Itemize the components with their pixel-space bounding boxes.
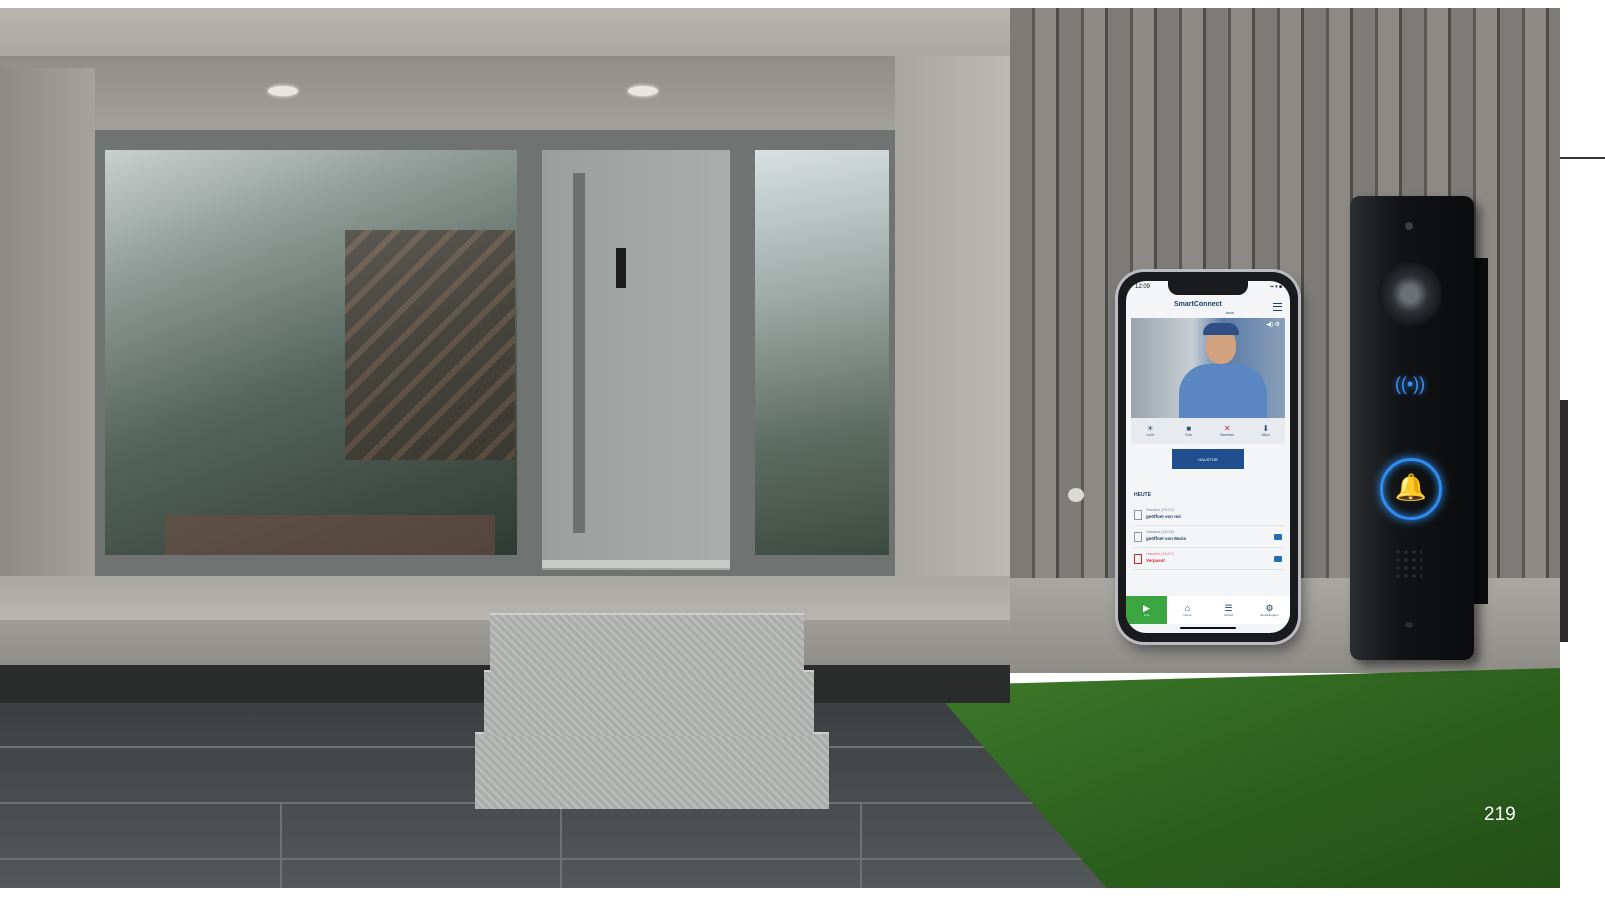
event-time: Haustür (15:13) (1146, 529, 1174, 534)
control-label: Mikro (1261, 433, 1271, 437)
glass-window-left (105, 150, 517, 555)
front-door (542, 150, 730, 570)
tab-home[interactable]: ⌂ Home (1167, 596, 1208, 624)
open-door-button[interactable]: HAUSTÜR (1172, 449, 1244, 469)
status-time: 12:09 (1135, 284, 1151, 290)
visitor-cap (1203, 323, 1239, 335)
door-icon (1134, 532, 1142, 542)
event-item[interactable]: Haustür (15:27) geöffnet von mir (1134, 507, 1284, 526)
video-icon: ▶ (1143, 602, 1150, 613)
control-label: Beenden (1220, 433, 1235, 437)
tab-label: Einstellungen (1260, 612, 1279, 617)
rfid-icon: ((•)) (1394, 374, 1426, 394)
doorbell-screw (1405, 622, 1413, 628)
entrance-step (490, 613, 804, 673)
section-title: HEUTE (1134, 492, 1151, 498)
bell-icon: 🔔 (1394, 472, 1428, 502)
event-text: geöffnet von Mario (1146, 536, 1187, 541)
visitor-body (1179, 364, 1267, 420)
entrance-step (475, 732, 829, 809)
live-video-feed: ◀) ⚙ (1131, 318, 1285, 420)
event-time: Haustür (15:27) (1146, 507, 1174, 512)
doorbell-speaker (1394, 548, 1422, 578)
tab-settings[interactable]: ⚙ Einstellungen (1249, 596, 1290, 624)
open-door-label: HAUSTÜR (1198, 456, 1218, 462)
doorbell-camera-lens (1378, 262, 1442, 326)
tab-label: Home (1183, 612, 1192, 617)
home-indicator (1180, 627, 1236, 629)
concrete-wall-right (895, 56, 1010, 616)
interior-rug (165, 515, 495, 555)
call-controls: ☀ Licht ■ Foto ✕ Beenden ⬇ Mikro (1131, 418, 1285, 444)
house-entrance-photo (0, 8, 1560, 888)
end-call-button[interactable]: ✕ Beenden (1208, 418, 1247, 444)
tab-label: Verlauf (1223, 612, 1234, 617)
camera-icon[interactable] (1274, 556, 1282, 562)
phone-notch (1168, 281, 1248, 295)
control-label: Licht (1146, 433, 1154, 437)
event-text: Verpasst (1146, 558, 1165, 563)
interior-staircase-reflection (345, 230, 515, 460)
camera-icon[interactable] (1274, 534, 1282, 540)
page-number: 219 (1484, 804, 1516, 825)
mic-button[interactable]: ⬇ Mikro (1247, 418, 1286, 444)
entrance-step (484, 670, 814, 736)
glass-window-right (755, 150, 889, 555)
app-screen: 12:09 ▪▪ ▾ ■ SmartConnect door ◀) ⚙ ☀ Li… (1126, 281, 1290, 633)
concrete-ceiling (0, 8, 1010, 56)
event-text: geöffnet von mir (1146, 514, 1182, 519)
hamburger-menu-icon[interactable] (1273, 303, 1282, 311)
tab-label: Live (1143, 612, 1150, 617)
door-threshold (542, 560, 730, 568)
page-edge-line (1560, 157, 1605, 159)
event-item[interactable]: Haustür (15:13) geöffnet von Mario (1134, 529, 1284, 548)
app-logo: SmartConnect (1174, 301, 1222, 308)
app-logo-sub: door (1226, 310, 1235, 315)
light-button[interactable]: ☀ Licht (1131, 418, 1170, 444)
event-time: Haustür (15:07) (1146, 551, 1174, 556)
tab-history[interactable]: ☰ Verlauf (1208, 596, 1249, 624)
doorbell-sensor (1405, 222, 1413, 230)
door-handle-bar (573, 173, 585, 533)
door-icon (1134, 510, 1142, 520)
status-icons: ▪▪ ▾ ■ (1270, 284, 1282, 290)
soffit (0, 56, 960, 131)
bottom-tab-bar: ▶ Live ⌂ Home ☰ Verlauf ⚙ Einstellungen (1126, 596, 1290, 624)
gear-icon: ⚙ (1265, 602, 1274, 613)
camera-icon: ■ (1186, 424, 1192, 433)
light-icon: ☀ (1146, 424, 1154, 433)
home-icon: ⌂ (1184, 602, 1191, 613)
concrete-wall-left (0, 68, 95, 598)
speaker-icon[interactable]: ◀) ⚙ (1266, 321, 1280, 328)
ceiling-light (268, 86, 298, 96)
tab-live[interactable]: ▶ Live (1126, 596, 1167, 624)
photo-button[interactable]: ■ Foto (1170, 418, 1209, 444)
ceiling-light (628, 86, 658, 96)
event-item[interactable]: Haustür (15:07) Verpasst (1134, 551, 1284, 570)
garden-tap (1068, 488, 1084, 502)
list-icon: ☰ (1224, 602, 1233, 613)
door-lock-reader (616, 248, 626, 288)
missed-call-icon (1134, 554, 1142, 564)
control-label: Foto (1185, 433, 1193, 437)
mic-icon: ⬇ (1262, 424, 1270, 433)
page-edge-tab (1560, 400, 1568, 642)
hang-up-icon: ✕ (1223, 424, 1231, 433)
